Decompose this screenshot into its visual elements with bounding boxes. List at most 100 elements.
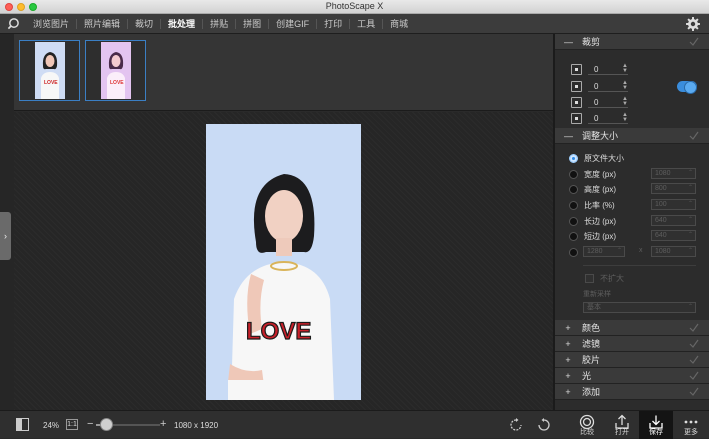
crop-left-icon: [571, 64, 582, 75]
radio-icon[interactable]: [569, 247, 578, 257]
thumbnail-photo-2[interactable]: LOVE: [85, 40, 146, 101]
section-add-header[interactable]: + 添加: [555, 384, 709, 400]
expand-icon[interactable]: +: [564, 323, 572, 333]
tab-combine[interactable]: 拼图: [235, 19, 268, 29]
long-side-input[interactable]: 640: [651, 215, 696, 226]
checkmark-icon[interactable]: [689, 131, 699, 141]
radio-icon[interactable]: [569, 184, 578, 194]
tab-store[interactable]: 商城: [382, 19, 415, 29]
section-crop-title: 裁剪: [582, 37, 601, 47]
resize-option-short-side[interactable]: 短边 (px): [569, 230, 616, 242]
section-title: 滤镜: [582, 339, 601, 349]
section-film-header[interactable]: + 胶片: [555, 352, 709, 368]
tab-editor[interactable]: 照片编辑: [76, 19, 127, 29]
crop-top-icon: [571, 81, 582, 92]
compare-button[interactable]: 比较: [570, 411, 604, 439]
open-label: 打开: [615, 429, 629, 436]
panel-layout-icon[interactable]: [16, 418, 29, 431]
expand-sidebar-button[interactable]: ›: [0, 212, 11, 260]
zoom-out-icon[interactable]: −: [87, 418, 93, 430]
rotate-right-icon[interactable]: [537, 418, 551, 432]
expand-icon[interactable]: +: [564, 387, 572, 397]
height-input[interactable]: 800: [651, 183, 696, 194]
collapse-icon[interactable]: —: [564, 37, 573, 47]
no-enlarge-checkbox[interactable]: 不扩大: [585, 272, 624, 284]
expand-icon[interactable]: +: [564, 339, 572, 349]
stepper-icon[interactable]: ▲ ▼: [622, 96, 628, 107]
section-title: 胶片: [582, 355, 601, 365]
section-light-header[interactable]: + 光: [555, 368, 709, 384]
save-button[interactable]: 保存: [639, 411, 673, 439]
more-button[interactable]: 更多: [674, 411, 708, 439]
resize-option-long-side[interactable]: 长边 (px): [569, 215, 616, 227]
save-label: 保存: [649, 429, 663, 436]
width-input[interactable]: 1080: [651, 168, 696, 179]
title-bar: PhotoScape X: [0, 0, 709, 14]
short-side-input[interactable]: 640: [651, 230, 696, 241]
section-filter-header[interactable]: + 滤镜: [555, 336, 709, 352]
wh-height-input[interactable]: 1080: [651, 246, 696, 257]
open-button[interactable]: 打开: [605, 411, 639, 439]
gear-icon[interactable]: [685, 16, 701, 32]
option-label: 高度 (px): [584, 184, 616, 194]
wh-width-input[interactable]: 1280: [583, 246, 625, 257]
tab-print[interactable]: 打印: [316, 19, 349, 29]
thumbnail-photo-1[interactable]: LOVE: [19, 40, 80, 101]
photoscape-logo-icon[interactable]: [7, 17, 20, 30]
radio-icon[interactable]: [569, 200, 578, 210]
section-crop-header[interactable]: — 裁剪: [555, 34, 709, 50]
tab-create-gif[interactable]: 创建GIF: [268, 19, 316, 29]
tab-batch[interactable]: 批处理: [160, 19, 202, 29]
section-title: 添加: [582, 387, 601, 397]
stepper-icon[interactable]: ▲ ▼: [622, 63, 628, 74]
tab-collage[interactable]: 拼贴: [202, 19, 235, 29]
crop-toggle[interactable]: [677, 81, 697, 94]
tab-cut-out[interactable]: 裁切: [127, 19, 160, 29]
resize-option-ratio[interactable]: 比率 (%): [569, 199, 615, 211]
collapse-icon[interactable]: —: [564, 131, 573, 141]
resample-label: 重新采样: [583, 291, 611, 298]
checkmark-icon[interactable]: [689, 387, 699, 397]
checkmark-icon[interactable]: [689, 323, 699, 333]
preview-photo: LOVE: [206, 124, 361, 400]
thumbnail-image: LOVE: [35, 42, 65, 99]
section-color-header[interactable]: + 颜色: [555, 320, 709, 336]
expand-icon[interactable]: +: [564, 371, 572, 381]
main-menu-bar: 浏览图片 照片编辑 裁切 批处理 拼贴 拼图 创建GIF 打印 工具 商城: [0, 14, 709, 34]
option-label: 比率 (%): [584, 200, 615, 210]
svg-text:LOVE: LOVE: [44, 80, 58, 86]
radio-icon[interactable]: [569, 169, 578, 179]
actual-size-button[interactable]: 1:1: [66, 419, 78, 430]
radio-selected-icon[interactable]: [569, 153, 578, 163]
expand-icon[interactable]: +: [564, 355, 572, 365]
section-resize-header[interactable]: — 调整大小: [555, 128, 709, 144]
option-label: 短边 (px): [584, 231, 616, 241]
checkmark-icon[interactable]: [689, 339, 699, 349]
rotate-left-icon[interactable]: [509, 418, 523, 432]
resize-option-height[interactable]: 高度 (px): [569, 183, 616, 195]
tab-viewer[interactable]: 浏览图片: [26, 19, 76, 29]
svg-text:LOVE: LOVE: [110, 80, 124, 86]
checkbox-icon[interactable]: [585, 273, 594, 283]
tab-tools[interactable]: 工具: [349, 19, 382, 29]
more-label: 更多: [684, 429, 698, 436]
checkmark-icon[interactable]: [689, 355, 699, 365]
resize-option-original[interactable]: 原文件大小: [569, 152, 624, 164]
ratio-input[interactable]: 100: [651, 199, 696, 210]
resample-select[interactable]: 基本: [583, 302, 696, 313]
zoom-slider-knob[interactable]: [99, 418, 113, 431]
checkmark-icon[interactable]: [689, 371, 699, 381]
option-label: 长边 (px): [584, 216, 616, 226]
batch-settings-panel: — 裁剪 0 ▲ ▼ 0 ▲ ▼ 0 ▲ ▼ 0 ▲ ▼ — 调整大小 原文件大…: [555, 34, 709, 410]
resize-option-width[interactable]: 宽度 (px): [569, 168, 616, 180]
resize-option-width-height[interactable]: [569, 246, 584, 258]
radio-icon[interactable]: [569, 216, 578, 226]
checkmark-icon[interactable]: [689, 37, 699, 47]
zoom-in-icon[interactable]: +: [160, 418, 166, 430]
no-enlarge-label: 不扩大: [600, 273, 624, 283]
radio-icon[interactable]: [569, 231, 578, 241]
option-label: 宽度 (px): [584, 169, 616, 179]
section-resize-title: 调整大小: [582, 131, 619, 141]
stepper-icon[interactable]: ▲ ▼: [622, 80, 628, 91]
stepper-icon[interactable]: ▲ ▼: [622, 112, 628, 123]
